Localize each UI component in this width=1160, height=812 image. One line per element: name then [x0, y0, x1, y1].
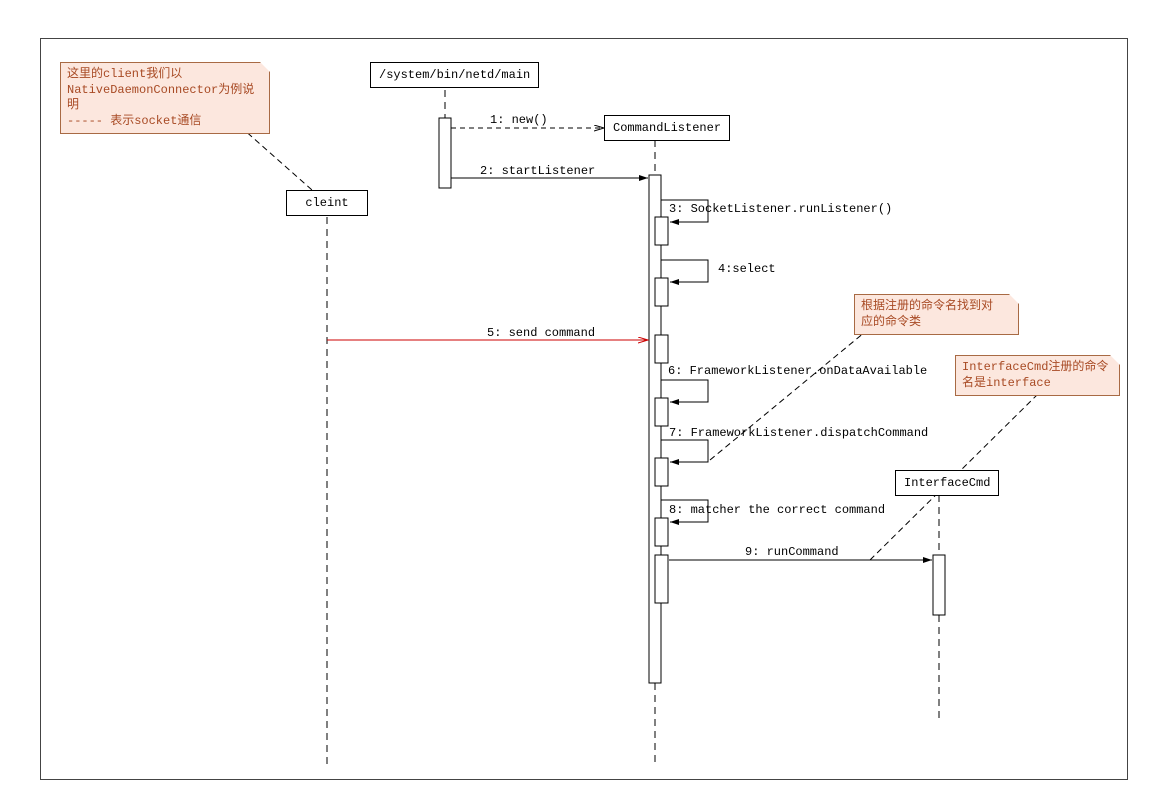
- note3-line2: 名是interface: [962, 376, 1113, 392]
- participant-main: /system/bin/netd/main: [370, 62, 539, 88]
- note2-line2: 应的命令类: [861, 315, 1012, 331]
- diagram-canvas: 这里的client我们以 NativeDaemonConnector为例说明 -…: [0, 0, 1160, 812]
- participant-client: cleint: [286, 190, 368, 216]
- msg-5-sendcommand: 5: send command: [487, 326, 595, 340]
- note-command-lookup: 根据注册的命令名找到对 应的命令类: [854, 294, 1019, 335]
- msg-4-select: 4:select: [718, 262, 776, 276]
- note1-line2: NativeDaemonConnector为例说明: [67, 83, 263, 114]
- msg-3-runlistener: 3: SocketListener.runListener(): [669, 202, 892, 216]
- note1-line1: 这里的client我们以: [67, 67, 263, 83]
- diagram-frame: [40, 38, 1128, 780]
- note1-line3: ----- 表示socket通信: [67, 114, 263, 130]
- note2-line1: 根据注册的命令名找到对: [861, 299, 1012, 315]
- participant-client-label: cleint: [305, 196, 348, 210]
- msg-6-ondata: 6: FrameworkListener.onDataAvailable: [668, 364, 927, 378]
- note3-line1: InterfaceCmd注册的命令: [962, 360, 1113, 376]
- msg-1-new: 1: new(): [490, 113, 548, 127]
- participant-commandlistener-label: CommandListener: [613, 121, 721, 135]
- msg-2-startlistener: 2: startListener: [480, 164, 595, 178]
- note-interfacecmd: InterfaceCmd注册的命令 名是interface: [955, 355, 1120, 396]
- participant-interfacecmd-label: InterfaceCmd: [904, 476, 990, 490]
- msg-9-runcommand: 9: runCommand: [745, 545, 839, 559]
- msg-8-matcher: 8: matcher the correct command: [669, 503, 885, 517]
- msg-7-dispatch: 7: FrameworkListener.dispatchCommand: [669, 426, 928, 440]
- note-client-explain: 这里的client我们以 NativeDaemonConnector为例说明 -…: [60, 62, 270, 134]
- participant-main-label: /system/bin/netd/main: [379, 68, 530, 82]
- participant-interfacecmd: InterfaceCmd: [895, 470, 999, 496]
- participant-commandlistener: CommandListener: [604, 115, 730, 141]
